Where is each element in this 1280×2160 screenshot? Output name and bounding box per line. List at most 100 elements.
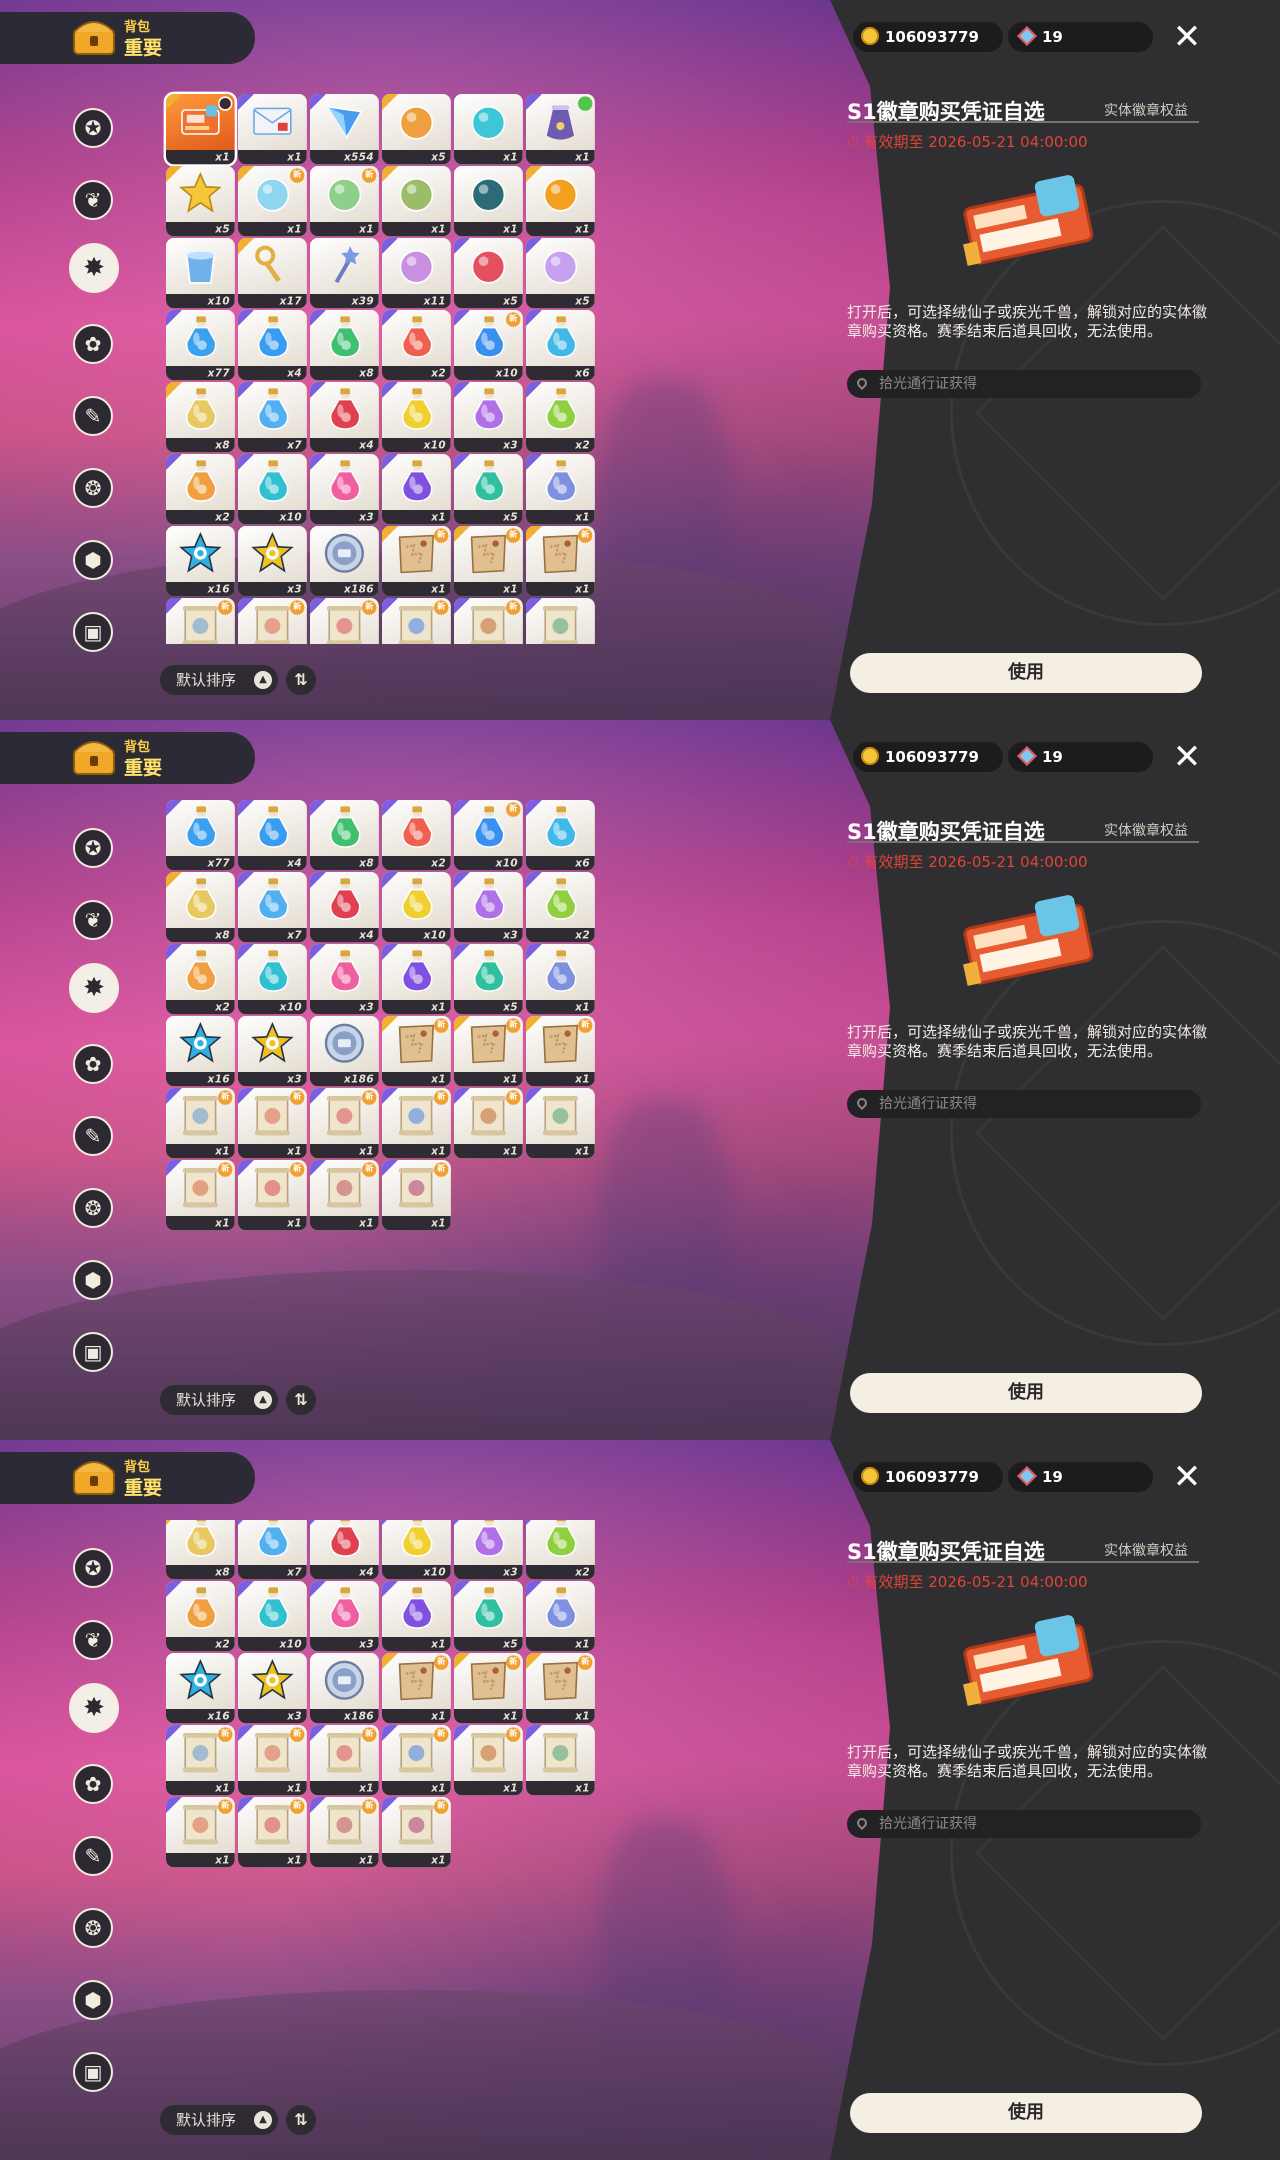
inventory-item-slot[interactable]: x2	[166, 944, 235, 1015]
star-badge-icon[interactable]: ✪	[73, 1548, 113, 1588]
inventory-item-slot[interactable]: x11	[382, 238, 451, 309]
paw-ball-icon[interactable]: ❂	[73, 1908, 113, 1948]
inventory-item-slot[interactable]: 新x1	[526, 1016, 595, 1087]
inventory-item-slot[interactable]: x3	[454, 382, 523, 453]
inventory-item-slot[interactable]: 新x1	[526, 526, 595, 597]
inventory-item-slot[interactable]: x4	[310, 382, 379, 453]
inventory-item-slot[interactable]: 新x1	[454, 1088, 523, 1159]
inventory-item-slot[interactable]: 新 x10	[454, 310, 523, 381]
inventory-item-slot[interactable]: x5	[166, 166, 235, 237]
sort-direction-button[interactable]: ⇅	[286, 2105, 316, 2135]
paw-ball-icon[interactable]: ❂	[73, 1188, 113, 1228]
inventory-item-slot[interactable]: x3	[454, 872, 523, 943]
inventory-item-slot[interactable]: 新x1	[238, 1160, 307, 1231]
inventory-item-slot[interactable]: x1	[382, 1581, 451, 1652]
sort-direction-button[interactable]: ⇅	[286, 665, 316, 695]
inventory-item-slot[interactable]: x5	[454, 1581, 523, 1652]
feather-scroll-icon[interactable]: ✎	[73, 396, 113, 436]
inventory-item-slot[interactable]: 新x1	[166, 1725, 235, 1796]
close-button[interactable]: ✕	[1170, 740, 1204, 774]
leaf-icon[interactable]: ❦	[73, 180, 113, 220]
inventory-item-slot[interactable]: x2	[166, 454, 235, 525]
inventory-item-slot[interactable]: 新x1	[382, 1160, 451, 1231]
inventory-item-slot[interactable]: x10	[238, 1581, 307, 1652]
header-title[interactable]: 重要	[124, 753, 162, 780]
use-button[interactable]: 使用	[850, 2093, 1202, 2133]
inventory-item-slot[interactable]: 新x1	[382, 1088, 451, 1159]
inventory-item-slot[interactable]: x6	[526, 310, 595, 381]
leaf-icon[interactable]: ❦	[73, 1620, 113, 1660]
inventory-item-slot[interactable]: x16	[166, 526, 235, 597]
inventory-item-slot[interactable]: x186	[310, 526, 379, 597]
inventory-item-slot[interactable]: x3	[310, 944, 379, 1015]
inventory-item-slot[interactable]: 新x1	[238, 598, 307, 644]
inventory-item-slot[interactable]: x3	[238, 1016, 307, 1087]
inventory-item-slot[interactable]: x1	[454, 166, 523, 237]
acorn-icon[interactable]: ⬢	[73, 1260, 113, 1300]
acorn-icon[interactable]: ⬢	[73, 540, 113, 580]
inventory-item-slot[interactable]: 新x1	[454, 1653, 523, 1724]
inventory-item-slot[interactable]: 新x1	[166, 1160, 235, 1231]
sparkle-burst-icon[interactable]: ✸	[69, 243, 119, 293]
inventory-item-slot[interactable]: x10	[382, 382, 451, 453]
inventory-item-slot[interactable]: x1	[526, 166, 595, 237]
inventory-item-slot[interactable]: x8	[166, 1520, 235, 1580]
use-button[interactable]: 使用	[850, 653, 1202, 693]
inventory-item-slot[interactable]: x6	[526, 800, 595, 871]
inventory-item-slot[interactable]: 新 x10	[454, 800, 523, 871]
flower-icon[interactable]: ✿	[73, 1764, 113, 1804]
inventory-item-slot[interactable]: 新x1	[310, 1088, 379, 1159]
inventory-item-slot[interactable]: x1	[382, 166, 451, 237]
inventory-item-slot[interactable]: 新x1	[166, 598, 235, 644]
inventory-item-slot[interactable]: x16	[166, 1016, 235, 1087]
chest-icon[interactable]: ▣	[73, 612, 113, 652]
inventory-item-slot[interactable]: 新x1	[166, 1088, 235, 1159]
inventory-item-slot[interactable]: 新x1	[310, 1160, 379, 1231]
inventory-item-slot[interactable]: x5	[454, 238, 523, 309]
inventory-item-slot[interactable]: x4	[310, 1520, 379, 1580]
inventory-item-slot[interactable]: 新x1	[382, 1016, 451, 1087]
inventory-item-slot[interactable]: 新x1	[238, 166, 307, 237]
inventory-item-slot[interactable]: x5	[526, 238, 595, 309]
inventory-item-slot[interactable]: 新x1	[310, 166, 379, 237]
inventory-item-slot[interactable]: 新x1	[238, 1797, 307, 1868]
inventory-item-slot[interactable]: x2	[382, 310, 451, 381]
inventory-item-slot[interactable]: x3	[238, 1653, 307, 1724]
inventory-item-slot[interactable]: x5	[454, 944, 523, 1015]
inventory-item-slot[interactable]: x7	[238, 872, 307, 943]
paw-ball-icon[interactable]: ❂	[73, 468, 113, 508]
inventory-item-slot[interactable]: x10	[382, 872, 451, 943]
inventory-item-slot[interactable]: x1	[238, 94, 307, 165]
close-button[interactable]: ✕	[1170, 20, 1204, 54]
inventory-item-slot[interactable]: x17	[238, 238, 307, 309]
inventory-item-slot[interactable]: 新x1	[382, 598, 451, 644]
inventory-item-slot[interactable]: x10	[238, 454, 307, 525]
inventory-item-slot[interactable]: x10	[238, 944, 307, 1015]
inventory-item-slot[interactable]: 新x1	[310, 1725, 379, 1796]
flower-icon[interactable]: ✿	[73, 1044, 113, 1084]
inventory-item-slot[interactable]: x186	[310, 1653, 379, 1724]
inventory-item-slot[interactable]: 新x1	[454, 1725, 523, 1796]
header-title[interactable]: 重要	[124, 1473, 162, 1500]
inventory-item-slot[interactable]: x3	[238, 526, 307, 597]
inventory-item-slot[interactable]: x2	[526, 1520, 595, 1580]
inventory-item-slot[interactable]: x4	[238, 310, 307, 381]
inventory-item-slot[interactable]: 新x1	[454, 598, 523, 644]
inventory-item-slot[interactable]: x77	[166, 800, 235, 871]
inventory-item-slot[interactable]: 新x1	[454, 1016, 523, 1087]
sparkle-burst-icon[interactable]: ✸	[69, 963, 119, 1013]
inventory-item-slot[interactable]: 新x1	[310, 598, 379, 644]
star-badge-icon[interactable]: ✪	[73, 828, 113, 868]
inventory-item-slot[interactable]: x2	[526, 872, 595, 943]
inventory-item-slot[interactable]: x8	[166, 382, 235, 453]
inventory-item-slot[interactable]: x5	[454, 454, 523, 525]
inventory-item-slot[interactable]: x1	[382, 944, 451, 1015]
inventory-item-slot[interactable]: x1	[526, 598, 595, 644]
inventory-item-slot[interactable]: x1	[163, 91, 238, 167]
inventory-item-slot[interactable]: x186	[310, 1016, 379, 1087]
inventory-item-slot[interactable]: 新x1	[238, 1088, 307, 1159]
inventory-item-slot[interactable]: x1	[454, 94, 523, 165]
inventory-item-slot[interactable]: x10	[382, 1520, 451, 1580]
inventory-item-slot[interactable]: 新x1	[382, 526, 451, 597]
inventory-item-slot[interactable]: x7	[238, 382, 307, 453]
